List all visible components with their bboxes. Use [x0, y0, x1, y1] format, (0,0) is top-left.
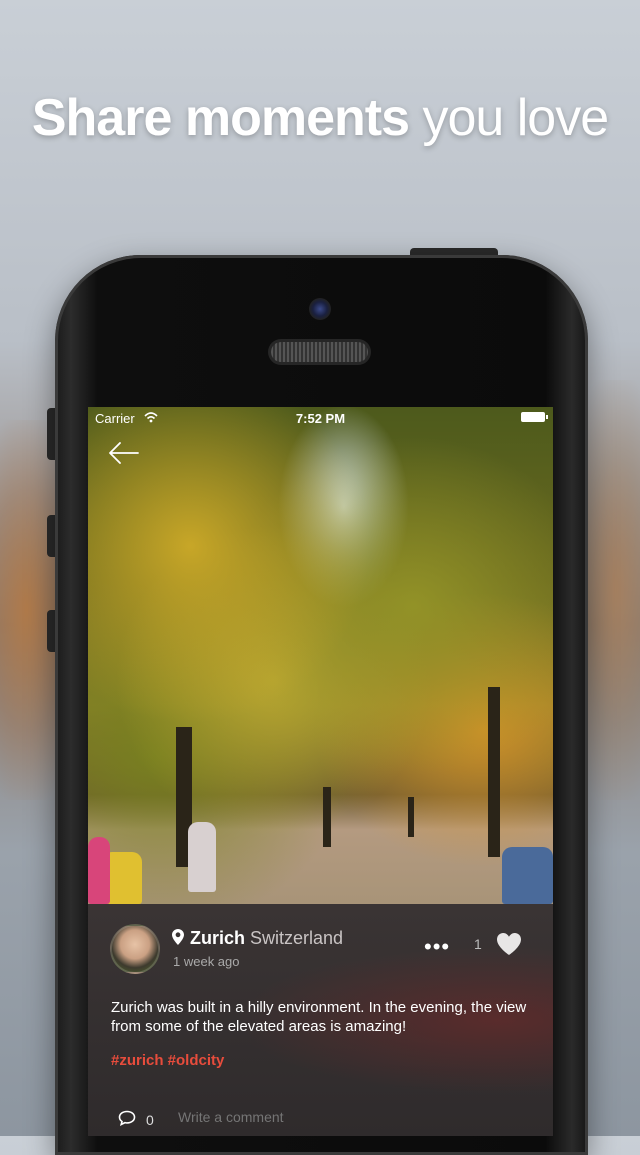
location-country: Switzerland: [245, 928, 344, 948]
heart-icon[interactable]: [496, 932, 522, 956]
tree-trunk: [408, 797, 414, 837]
location-pin-icon: [172, 929, 184, 945]
post-body-text: Zurich was built in a hilly environment.…: [111, 999, 527, 1035]
person: [88, 837, 110, 904]
back-arrow-icon[interactable]: [108, 439, 140, 467]
tree-trunk: [323, 787, 331, 847]
more-options-button[interactable]: •••: [424, 934, 450, 960]
headline: Share moments you love: [0, 88, 640, 148]
comment-count: 0: [146, 1112, 154, 1128]
location-city: Zurich: [190, 928, 246, 948]
comment-icon[interactable]: [118, 1110, 136, 1126]
headline-light: you love: [409, 89, 609, 147]
status-time: 7:52 PM: [295, 411, 346, 426]
tree-trunk: [488, 687, 500, 857]
battery-icon: [521, 412, 548, 422]
post-location[interactable]: Zurich Switzerland: [172, 928, 343, 949]
post-hashtags[interactable]: #zurich #oldcity: [111, 1052, 224, 1069]
phone-camera: [309, 298, 331, 320]
person: [188, 822, 216, 892]
phone-speaker: [271, 342, 368, 362]
headline-bold: Share moments: [31, 89, 410, 147]
post-panel: Zurich Switzerland 1 week ago ••• 1 Zuri…: [88, 904, 553, 1136]
phone-screen: Carrier 7:52 PM Zurich Switzerland 1 wee…: [88, 407, 553, 1136]
like-count: 1: [474, 936, 482, 952]
avatar[interactable]: [110, 924, 160, 974]
post-timestamp: 1 week ago: [173, 954, 240, 969]
post-photo: [88, 407, 553, 904]
person: [502, 847, 553, 904]
comment-input[interactable]: [176, 1108, 380, 1126]
status-bar: Carrier 7:52 PM: [88, 407, 553, 429]
